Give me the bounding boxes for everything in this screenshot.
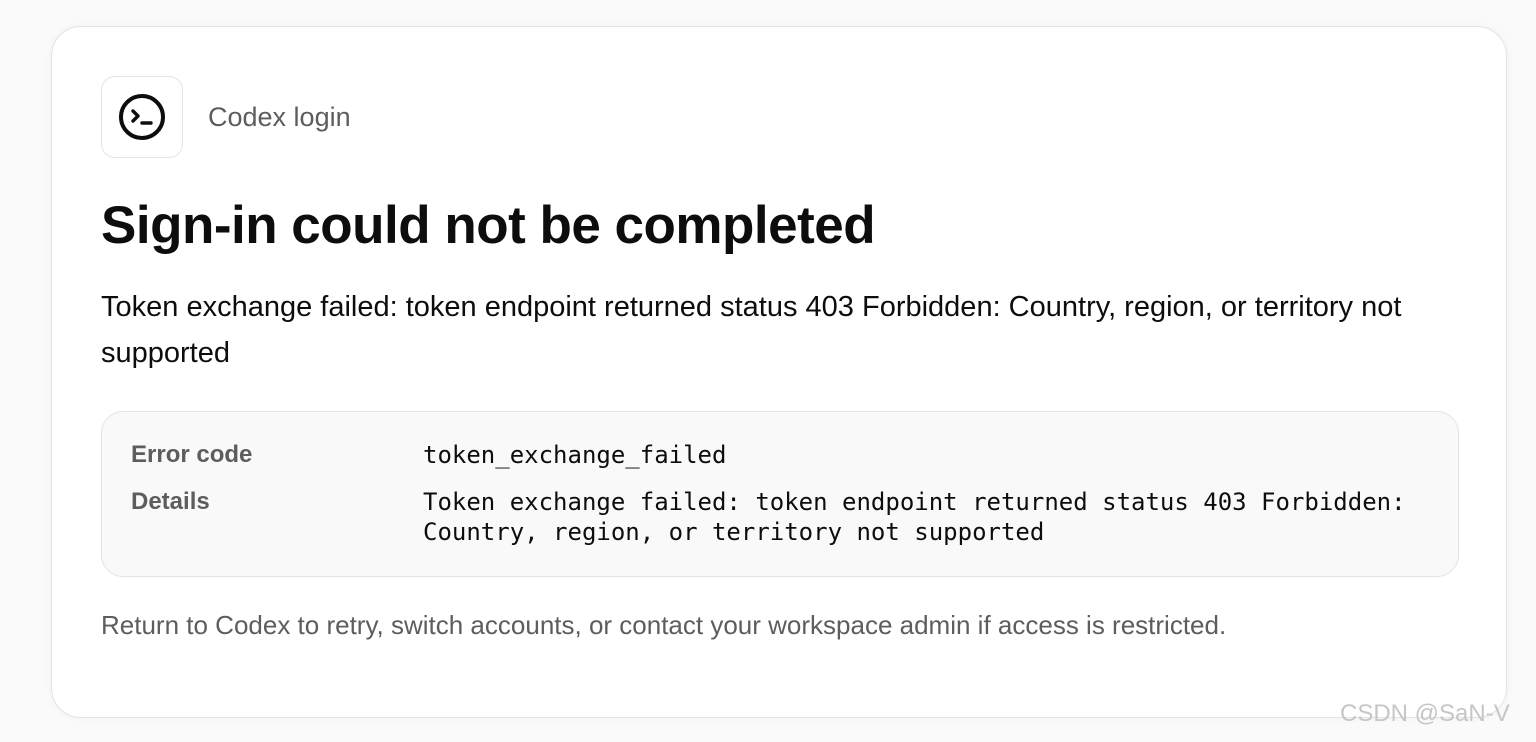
error-message: Token exchange failed: token endpoint re… xyxy=(101,291,1402,369)
details-value: Token exchange failed: token endpoint re… xyxy=(423,488,1420,546)
codex-logo xyxy=(101,76,183,158)
error-code-label: Error code xyxy=(131,441,253,468)
error-code-row: Error code token_exchange_failed xyxy=(131,440,1428,470)
card-header: Codex login xyxy=(101,76,351,158)
terminal-prompt-icon xyxy=(119,94,165,140)
error-details-box: Error code token_exchange_failed Details… xyxy=(101,411,1459,577)
details-row: Details Token exchange failed: token end… xyxy=(131,487,1428,547)
page-title: Sign-in could not be completed xyxy=(101,196,876,255)
error-code-value: token_exchange_failed xyxy=(423,441,727,469)
details-label: Details xyxy=(131,488,210,515)
brand-label: Codex login xyxy=(208,101,351,132)
login-error-card: Codex login Sign-in could not be complet… xyxy=(51,26,1507,718)
help-text: Return to Codex to retry, switch account… xyxy=(101,610,1227,640)
watermark: CSDN @SaN-V xyxy=(1340,700,1510,727)
